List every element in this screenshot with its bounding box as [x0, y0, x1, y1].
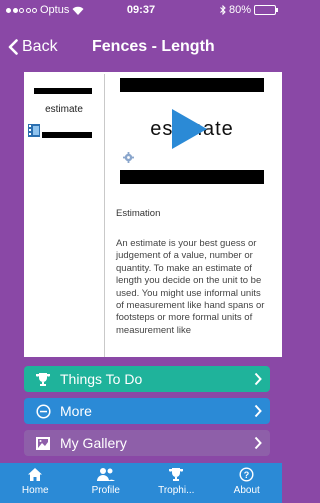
tab-home-label: Home: [21, 485, 49, 496]
tab-home[interactable]: Home: [0, 463, 71, 503]
play-icon[interactable]: [170, 108, 208, 150]
video-bar-bottom: [120, 170, 264, 184]
battery-percent: 80%: [228, 4, 251, 16]
video-file-icon: [28, 124, 40, 137]
more-button[interactable]: More: [24, 398, 270, 424]
gear-icon[interactable]: [123, 152, 134, 163]
more-label: More: [60, 403, 92, 419]
battery-info: 80%: [220, 4, 278, 16]
minus-circle-icon: [32, 403, 54, 419]
my-gallery-button[interactable]: My Gallery: [24, 430, 270, 456]
trophy-icon: [32, 372, 54, 387]
things-to-do-label: Things To Do: [60, 371, 143, 387]
profile-icon: [96, 468, 115, 481]
chevron-right-icon: [254, 436, 262, 450]
thumbnail-bar-bottom: [42, 132, 92, 138]
gallery-icon: [32, 436, 54, 451]
thumbnail-label: estimate: [45, 104, 83, 115]
tab-about[interactable]: ? About: [212, 463, 283, 503]
tab-trophies-label: Trophi...: [158, 485, 195, 496]
tab-bar: Home Profile Trophi... ? About: [0, 463, 282, 503]
back-button[interactable]: Back: [8, 38, 58, 56]
my-gallery-label: My Gallery: [60, 435, 127, 451]
battery-icon: [254, 5, 278, 15]
chevron-left-icon: [8, 39, 18, 55]
home-icon: [28, 468, 43, 481]
content-card: estimate estimate Estimation An estimate…: [24, 72, 282, 357]
tab-trophies[interactable]: Trophi...: [141, 463, 212, 503]
detail-pane: estimate Estimation An estimate is your …: [112, 72, 280, 357]
svg-text:?: ?: [244, 470, 250, 480]
thumbnail-bar-top: [34, 88, 92, 94]
bluetooth-icon: [220, 5, 226, 15]
chevron-right-icon: [254, 372, 262, 386]
things-to-do-button[interactable]: Things To Do: [24, 366, 270, 392]
pane-divider: [104, 74, 105, 357]
trophy-icon: [169, 468, 184, 481]
back-label: Back: [22, 38, 58, 55]
tab-profile[interactable]: Profile: [71, 463, 142, 503]
status-bar: Optus 09:37 80%: [0, 0, 282, 20]
page-title: Fences - Length: [92, 38, 215, 55]
video-list[interactable]: estimate: [24, 72, 104, 357]
chevron-right-icon: [254, 404, 262, 418]
nav-bar: Back Fences - Length: [0, 28, 282, 68]
tab-about-label: About: [233, 485, 260, 496]
section-title: Estimation: [116, 208, 161, 219]
question-icon: ?: [239, 467, 254, 482]
video-bar-top: [120, 78, 264, 92]
tab-profile-label: Profile: [91, 485, 120, 496]
description-text: An estimate is your best guess or judgem…: [116, 238, 265, 336]
